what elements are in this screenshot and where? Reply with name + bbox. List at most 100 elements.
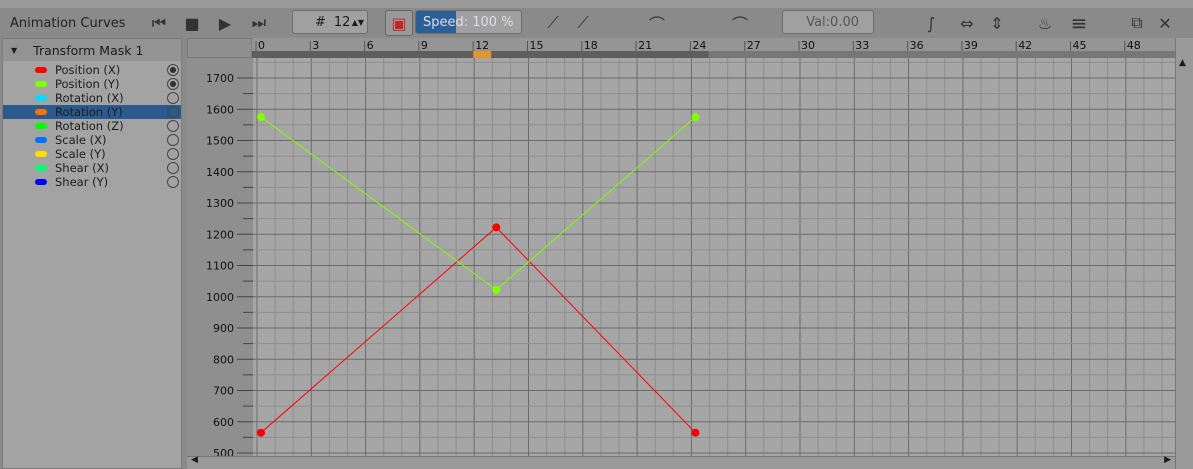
channel-item[interactable]: Position (X) (3, 63, 181, 77)
close-icon[interactable]: ✕ (1156, 8, 1174, 38)
timeline-tick-label: 3 (312, 39, 319, 52)
value-tick-label: 1000 (206, 291, 234, 304)
channel-color-swatch (35, 109, 47, 115)
speed-spinbox[interactable]: Speed: 100 % (415, 10, 522, 34)
frame-prefix: # (315, 14, 326, 30)
docker-title: Animation Curves (10, 15, 126, 31)
timeline-tick-label: 15 (530, 39, 544, 52)
value-tick-label: 1100 (206, 260, 234, 273)
value-tick-label: 900 (213, 322, 234, 335)
visibility-eye-icon[interactable] (167, 134, 179, 146)
spin-arrows-icon[interactable]: ▲▼ (352, 18, 364, 27)
visibility-eye-icon[interactable] (167, 176, 179, 188)
zoom-vertical-icon[interactable]: ⇕ (986, 8, 1008, 38)
timeline-tick-label: 33 (855, 39, 869, 52)
channel-name: Rotation (Z) (55, 119, 124, 133)
channel-item[interactable]: Rotation (Z) (3, 119, 181, 133)
collapse-arrow-icon[interactable]: ▼ (11, 46, 17, 55)
onion-skin-icon[interactable]: ♨ (1034, 8, 1056, 38)
interpolation-mode-icon[interactable]: ⌒ (645, 8, 669, 38)
visibility-eye-icon[interactable] (167, 120, 179, 132)
zoom-fit-curve-icon[interactable]: ∫ (920, 8, 942, 38)
timeline-tick-label: 39 (964, 39, 978, 52)
channel-name: Shear (X) (55, 161, 109, 175)
remove-keyframe-icon[interactable]: ⟋ (573, 8, 593, 38)
zoom-horizontal-icon[interactable]: ⇔ (956, 8, 978, 38)
channel-item[interactable]: Rotation (Y) (3, 105, 181, 119)
channel-name: Scale (X) (55, 133, 107, 147)
value-tick-label: 1300 (206, 197, 234, 210)
ruler-corner (187, 38, 252, 58)
vertical-scrollbar[interactable]: ▲ (1175, 38, 1193, 469)
timeline-tick-label: 6 (367, 39, 374, 52)
timeline-ruler[interactable]: 0 3 6 9 12 15 18 21 24 27 30 33 36 39 42 45 48 (252, 38, 1175, 58)
add-keyframe-icon[interactable]: ⟋ (543, 8, 563, 38)
channel-item[interactable]: Scale (Y) (3, 147, 181, 161)
value-tick-label: 1500 (206, 135, 234, 148)
visibility-eye-icon[interactable] (167, 78, 179, 90)
scroll-up-icon[interactable]: ▲ (1179, 58, 1186, 68)
channel-item[interactable]: Shear (X) (3, 161, 181, 175)
timeline-tick-label: 21 (638, 39, 652, 52)
layer-name: Transform Mask 1 (33, 42, 144, 58)
timeline-tick-label: 48 (1127, 39, 1141, 52)
channel-item[interactable]: Shear (Y) (3, 175, 181, 189)
frame-spinbox[interactable]: # 12 ▲▼ (292, 10, 368, 34)
scroll-left-icon[interactable]: ◀ (191, 455, 198, 465)
stop-icon[interactable]: ■ (183, 8, 201, 38)
channel-name: Rotation (Y) (55, 105, 123, 119)
value-field[interactable]: Val:0.00 (782, 10, 874, 34)
float-icon[interactable]: ⧉ (1128, 8, 1146, 38)
visibility-eye-icon[interactable] (167, 92, 179, 104)
channel-color-swatch (35, 151, 47, 157)
keyframe-point (492, 285, 501, 294)
frame-value: 12 (333, 14, 351, 30)
horizontal-scrollbar[interactable]: ◀ ▶ (187, 455, 1175, 469)
visibility-eye-icon[interactable] (167, 106, 179, 118)
value-tick-label: 1400 (206, 166, 234, 179)
previous-keyframe-icon[interactable]: ⏮ (150, 8, 168, 38)
tangent-mode-icon[interactable]: ⌒ (728, 8, 752, 38)
timeline-tick-label: 24 (692, 39, 706, 52)
value-tick-label: 1600 (206, 103, 234, 116)
channel-color-swatch (35, 179, 47, 185)
timeline-tick-label: 42 (1018, 39, 1032, 52)
scroll-right-icon[interactable]: ▶ (1164, 455, 1171, 465)
toolbar: Animation Curves ⏮ ■ ▶ ⏭ # 12 ▲▼ ▣ Speed… (0, 8, 1193, 38)
channel-color-swatch (35, 123, 47, 129)
keyframe-point (257, 113, 265, 122)
value-tick-label: 1700 (206, 72, 234, 85)
visibility-eye-icon[interactable] (167, 148, 179, 160)
channel-item[interactable]: Position (Y) (3, 77, 181, 91)
channel-item[interactable]: Scale (X) (3, 133, 181, 147)
speed-label: Speed: 100 % (423, 14, 514, 30)
channel-color-swatch (35, 137, 47, 143)
channel-color-swatch (35, 165, 47, 171)
keyframe-point (257, 428, 265, 437)
keyframe-point (691, 113, 700, 122)
next-keyframe-icon[interactable]: ⏭ (250, 8, 268, 38)
layer-row[interactable]: ▼ Transform Mask 1 (3, 39, 181, 61)
channel-panel: ▼ Transform Mask 1 Position (X) Position … (2, 38, 182, 469)
visibility-eye-icon[interactable] (167, 162, 179, 174)
value-ruler[interactable]: 1700 1600 1500 1400 1300 1200 1100 1000 900 800 70… (187, 58, 253, 456)
channel-item[interactable]: Rotation (X) (3, 91, 181, 105)
value-tick-label: 500 (213, 447, 234, 456)
top-strip (0, 0, 1193, 8)
channel-color-swatch (35, 81, 47, 87)
visibility-eye-icon[interactable] (167, 64, 179, 76)
value-tick-label: 600 (213, 416, 234, 429)
keyframe-point (691, 428, 700, 437)
channel-name: Rotation (X) (55, 91, 124, 105)
curve-plot[interactable] (253, 58, 1175, 456)
value-tick-label: 700 (213, 385, 234, 398)
current-frame-marker (473, 51, 492, 58)
menu-icon[interactable]: ≡ (1067, 8, 1091, 38)
channel-name: Position (Y) (55, 77, 120, 91)
timeline-tick-label: 12 (475, 39, 489, 52)
play-icon[interactable]: ▶ (216, 8, 234, 38)
timeline-tick-label: 27 (747, 39, 761, 52)
drop-frames-icon[interactable]: ▣ (385, 10, 413, 36)
timeline-tick-label: 36 (910, 39, 924, 52)
channel-name: Shear (Y) (55, 175, 109, 189)
